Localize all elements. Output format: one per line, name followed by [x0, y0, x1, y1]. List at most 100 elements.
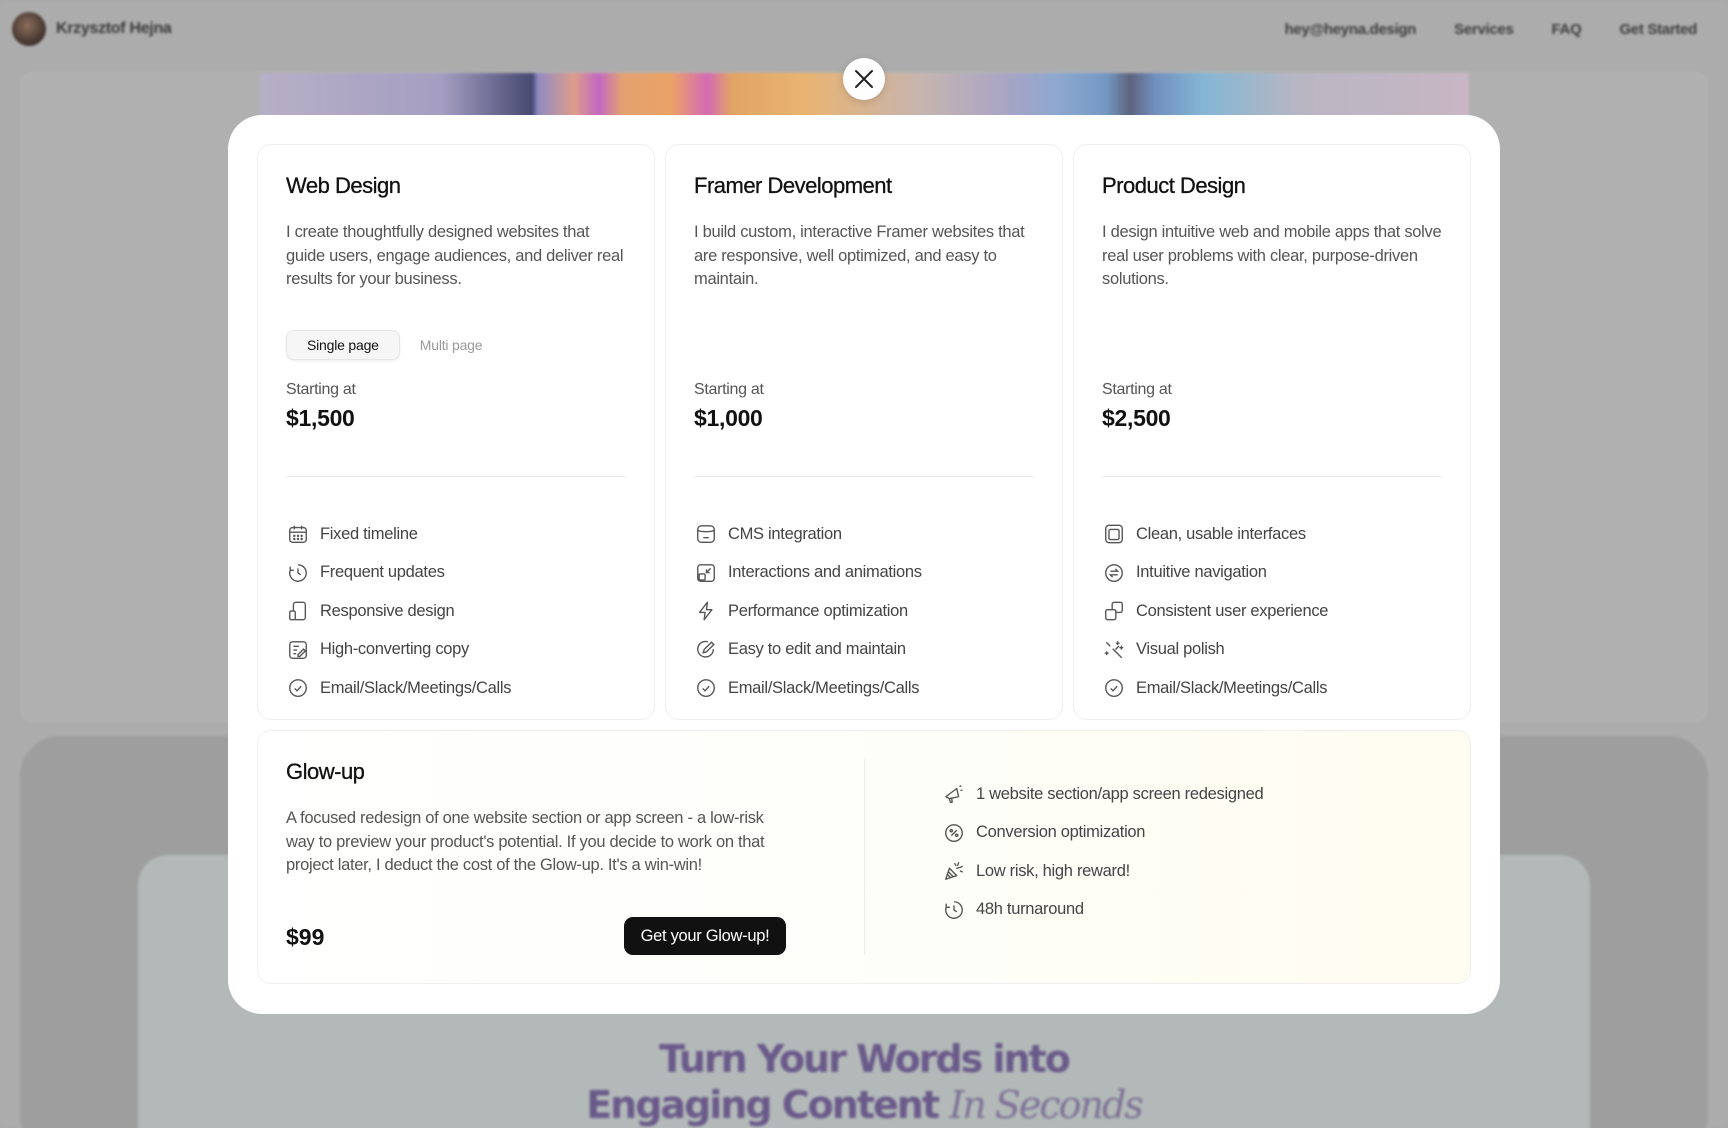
headline-bold: Engaging Content — [586, 1083, 940, 1127]
feature-item: Intuitive navigation — [1102, 554, 1328, 593]
party-popper-icon — [942, 859, 966, 883]
feature-label: Fixed timeline — [320, 524, 418, 543]
feature-item: Easy to edit and maintain — [694, 631, 922, 670]
feature-label: Consistent user experience — [1136, 601, 1329, 620]
toggle-single-page[interactable]: Single page — [286, 330, 400, 360]
pricing-card-product-design: Product Design I design intuitive web an… — [1073, 144, 1471, 720]
price-label: Starting at — [286, 381, 356, 398]
feature-item: Email/Slack/Meetings/Calls — [286, 669, 511, 708]
feature-item: High-converting copy — [286, 631, 511, 670]
feature-label: CMS integration — [728, 524, 842, 543]
background-navbar: Krzysztof Hejna hey@heyna.design Service… — [0, 0, 1728, 58]
price-block: Starting at $1,500 — [286, 381, 356, 432]
pen-circle-icon — [694, 638, 718, 662]
avatar — [12, 12, 46, 46]
close-icon — [855, 70, 873, 88]
feature-label: Interactions and animations — [728, 563, 922, 582]
get-glow-up-button[interactable]: Get your Glow-up! — [624, 917, 786, 955]
sparkle-wand-icon — [1102, 638, 1126, 662]
price-label: Starting at — [694, 381, 764, 398]
glow-up-description: A focused redesign of one website sectio… — [286, 809, 765, 874]
lightning-icon — [694, 599, 718, 623]
feature-item: 1 website section/app screen redesigned — [942, 775, 1264, 814]
feature-label: 48h turnaround — [976, 900, 1084, 919]
database-icon — [694, 522, 718, 546]
feature-list: CMS integration Interactions and animati… — [694, 515, 922, 708]
feature-label: Performance optimization — [728, 601, 908, 620]
feature-item: Conversion optimization — [942, 814, 1263, 853]
site-owner-name: Krzysztof Hejna — [56, 20, 172, 37]
feature-label: Intuitive navigation — [1136, 563, 1267, 582]
toggle-multi-page[interactable]: Multi page — [400, 331, 503, 359]
feature-item: CMS integration — [694, 515, 922, 554]
price-value: $1,000 — [694, 405, 763, 431]
swap-circle-icon — [1102, 561, 1126, 585]
card-title: Web Design — [286, 173, 401, 198]
feature-label: Visual polish — [1136, 640, 1225, 659]
feature-item: Frequent updates — [286, 554, 511, 593]
clock-icon — [286, 561, 310, 585]
card-title: Product Design — [1102, 173, 1246, 198]
card-title: Framer Development — [694, 173, 892, 198]
divider — [1102, 476, 1442, 477]
vertical-divider — [864, 759, 865, 955]
pricing-cards: Web Design I create thoughtfully designe… — [257, 144, 1471, 720]
feature-item: Visual polish — [1102, 631, 1328, 670]
shrink-icon — [694, 561, 718, 585]
feature-item: Interactions and animations — [694, 554, 922, 593]
feature-item: Consistent user experience — [1102, 592, 1328, 631]
card-description: I create thoughtfully designed websites … — [286, 223, 624, 288]
devices-icon — [286, 599, 310, 623]
feature-label: High-converting copy — [320, 640, 469, 659]
glow-up-card: Glow-up A focused redesign of one websit… — [257, 730, 1471, 984]
stacked-squares-icon — [1102, 599, 1126, 623]
megaphone-icon — [942, 782, 966, 806]
edit-note-icon — [286, 638, 310, 662]
nav-services-link: Services — [1454, 20, 1514, 38]
price-value: $2,500 — [1102, 405, 1171, 431]
nav-get-started-link: Get Started — [1619, 20, 1697, 38]
feature-label: Conversion optimization — [976, 823, 1146, 842]
glow-up-feature-list: 1 website section/app screen redesigned … — [942, 775, 1264, 930]
feature-list: Fixed timeline Frequent updates Responsi… — [286, 515, 511, 708]
window-icon — [1102, 522, 1126, 546]
nav-faq-link: FAQ — [1551, 20, 1582, 38]
feature-item: Responsive design — [286, 592, 511, 631]
feature-item: Clean, usable interfaces — [1102, 515, 1328, 554]
feature-item: 48h turnaround — [942, 891, 1263, 930]
headline-line-1: Turn Your Words into — [659, 1037, 1071, 1081]
check-circle-icon — [694, 676, 718, 700]
pricing-card-web-design: Web Design I create thoughtfully designe… — [257, 144, 655, 720]
feature-label: Email/Slack/Meetings/Calls — [728, 678, 920, 697]
card-description: I build custom, interactive Framer websi… — [694, 223, 1025, 288]
feature-item: Email/Slack/Meetings/Calls — [694, 669, 922, 708]
divider — [286, 476, 626, 477]
page-type-toggle: Single page Multi page — [286, 330, 502, 360]
feature-label: Easy to edit and maintain — [728, 640, 906, 659]
price-block: Starting at $2,500 — [1102, 381, 1172, 432]
glow-up-title: Glow-up — [286, 759, 365, 784]
calendar-icon — [286, 522, 310, 546]
pricing-modal: Web Design I create thoughtfully designe… — [228, 115, 1500, 1014]
price-block: Starting at $1,000 — [694, 381, 764, 432]
feature-item: Low risk, high reward! — [942, 852, 1263, 891]
background-headline: Turn Your Words into Engaging Content In… — [0, 1036, 1728, 1128]
divider — [694, 476, 1034, 477]
feature-item: Fixed timeline — [286, 515, 511, 554]
close-button[interactable] — [843, 58, 885, 100]
feature-label: Email/Slack/Meetings/Calls — [320, 678, 512, 697]
discount-tag-icon — [942, 821, 966, 845]
price-value: $1,500 — [286, 405, 355, 431]
headline-line-2: Engaging Content In Seconds — [0, 1082, 1728, 1128]
feature-label: Low risk, high reward! — [976, 861, 1130, 880]
card-description: I design intuitive web and mobile apps t… — [1102, 223, 1442, 288]
check-circle-icon — [1102, 676, 1126, 700]
feature-item: Performance optimization — [694, 592, 922, 631]
feature-label: Clean, usable interfaces — [1136, 524, 1306, 543]
glow-up-price: $99 — [286, 924, 325, 950]
headline-italic: In Seconds — [949, 1083, 1144, 1127]
feature-label: 1 website section/app screen redesigned — [976, 784, 1264, 803]
clock-icon — [942, 898, 966, 922]
pricing-card-framer-development: Framer Development I build custom, inter… — [665, 144, 1063, 720]
check-circle-icon — [286, 676, 310, 700]
